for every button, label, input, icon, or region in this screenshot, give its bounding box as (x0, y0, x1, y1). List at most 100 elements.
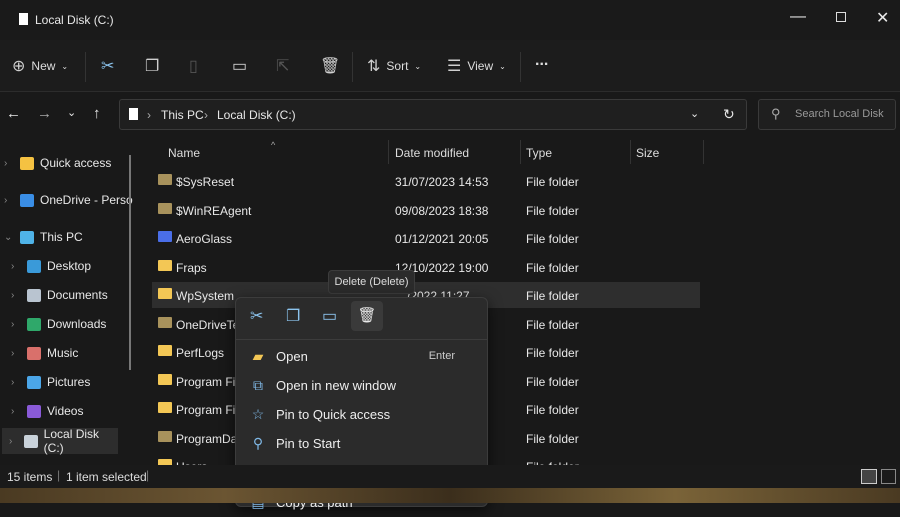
close-button[interactable]: ✕ (876, 8, 889, 28)
file-type: File folder (526, 374, 579, 389)
menu-item-label: Open (276, 348, 308, 364)
share-button[interactable]: ⇱ (276, 56, 289, 76)
sort-button[interactable]: ⇅ Sort ⌄ (367, 56, 421, 76)
rename-icon[interactable]: ▭ (322, 306, 337, 326)
file-type: File folder (526, 431, 579, 446)
sidebar-item[interactable]: ⌄ This PC (4, 224, 83, 250)
item-count: 15 items (7, 470, 53, 484)
column-header-date[interactable]: Date modified (395, 146, 469, 168)
column-divider[interactable] (520, 140, 521, 164)
view-button[interactable]: ☰ View ⌄ (447, 56, 506, 76)
forward-arrow-icon[interactable]: → (37, 105, 52, 122)
chevron-right-icon[interactable]: › (11, 319, 21, 330)
back-arrow-icon[interactable]: ← (6, 105, 21, 122)
new-button[interactable]: ⊕ New ⌄ (12, 56, 68, 76)
refresh-icon[interactable]: ↻ (723, 106, 735, 123)
column-divider[interactable] (388, 140, 389, 164)
file-date: 31/07/2023 14:53 (395, 175, 489, 189)
up-arrow-icon[interactable]: ↑ (93, 105, 101, 122)
file-name: $SysReset (176, 175, 235, 189)
sidebar-item[interactable]: › Music (11, 340, 78, 366)
sidebar-scrollbar[interactable] (129, 155, 131, 370)
sidebar-item[interactable]: › Documents (11, 282, 108, 308)
rename-button[interactable]: ▭ (232, 56, 247, 76)
file-row[interactable]: $SysReset 31/07/2023 14:53 File folder (152, 168, 700, 194)
minimize-button[interactable]: — (790, 8, 806, 26)
column-header-size[interactable]: Size (636, 146, 659, 168)
desktop-wallpaper (0, 488, 900, 503)
file-name: PerfLogs (176, 346, 225, 360)
sidebar-item[interactable]: › Quick access (4, 150, 111, 176)
chevron-right-icon[interactable]: › (4, 158, 14, 169)
folder-icon (158, 316, 172, 328)
chevron-right-icon[interactable]: › (9, 436, 18, 447)
column-header-type[interactable]: Type (526, 146, 552, 168)
details-view-toggle[interactable] (861, 469, 877, 484)
rename-icon: ▭ (232, 58, 248, 75)
status-bar: 15 items | 1 item selected | (0, 465, 900, 488)
chevron-down-icon[interactable]: ⌄ (4, 232, 14, 243)
folder-icon (158, 402, 172, 413)
trash-icon: 🗑 (320, 58, 341, 75)
sidebar-item-label: OneDrive - Perso (40, 193, 133, 207)
sidebar-item-icon (27, 375, 41, 389)
plus-circle-icon: ⊕ (12, 58, 26, 75)
address-dropdown-icon[interactable]: ⌄ (690, 107, 699, 120)
sidebar-item[interactable]: › Videos (11, 398, 83, 424)
sidebar-item-label: Desktop (47, 259, 92, 273)
sidebar-item[interactable]: › Local Disk (C:) (2, 427, 118, 455)
sidebar-item[interactable]: › Desktop (11, 253, 91, 279)
delete-tooltip: Delete (Delete) (328, 270, 415, 294)
folder-icon (158, 259, 172, 271)
chevron-right-icon[interactable]: › (11, 377, 21, 388)
maximize-button[interactable] (836, 12, 846, 22)
trash-icon[interactable]: 🗑 (351, 301, 383, 331)
file-name: ProgramDat (176, 431, 241, 446)
chevron-right-icon[interactable]: › (11, 261, 21, 272)
chevron-right-icon[interactable]: › (11, 290, 21, 301)
drive-icon (129, 108, 138, 120)
sidebar-item-label: Downloads (47, 317, 107, 331)
file-row[interactable]: Fraps 12/10/2022 19:00 File folder (152, 254, 700, 280)
context-menu-item[interactable]: ⚲ Pin to Start (236, 430, 489, 458)
cut-icon[interactable]: ✂ (250, 306, 263, 326)
folder-icon (158, 231, 172, 242)
file-row[interactable]: $WinREAgent 09/08/2023 18:38 File folder (152, 197, 700, 223)
file-name: WpSystem (176, 289, 235, 303)
sidebar-item-icon (24, 434, 38, 448)
navigation-pane: › Quick access › OneDrive - Perso ⌄ This PC › D… (0, 140, 140, 465)
sidebar-item-icon (20, 193, 34, 207)
chevron-right-icon[interactable]: › (4, 195, 14, 206)
context-menu-item[interactable]: ▰ Open Enter (236, 342, 489, 370)
tiles-view-toggle[interactable] (881, 469, 896, 484)
copy-button[interactable]: ❐ (145, 56, 159, 76)
chevron-right-icon[interactable]: › (11, 406, 21, 417)
breadcrumb-local-disk[interactable]: Local Disk (C:) (217, 108, 296, 122)
sidebar-item[interactable]: › Downloads (11, 311, 106, 337)
delete-button[interactable]: 🗑 (320, 56, 340, 76)
share-icon: ⇱ (276, 58, 290, 75)
sidebar-item[interactable]: › OneDrive - Perso (4, 187, 133, 213)
context-menu-item[interactable]: ⧉ Open in new window (236, 371, 489, 399)
file-row[interactable]: AeroGlass 01/12/2021 20:05 File folder (152, 225, 700, 251)
column-divider[interactable] (630, 140, 631, 164)
chevron-right-icon[interactable]: › (11, 348, 21, 359)
folder-icon (158, 430, 172, 442)
context-menu-item[interactable]: ☆ Pin to Quick access (236, 401, 489, 429)
sidebar-item[interactable]: › Pictures (11, 369, 90, 395)
more-options-button[interactable]: ... (535, 52, 548, 70)
column-divider[interactable] (703, 140, 704, 164)
cut-button[interactable]: ✂ (101, 56, 114, 76)
breadcrumb-this-pc[interactable]: This PC (161, 108, 204, 122)
sidebar-item-label: Documents (47, 288, 108, 302)
folder-icon (158, 174, 172, 185)
sidebar-item-icon (27, 259, 41, 273)
menu-item-label: Pin to Quick access (276, 407, 391, 423)
scissors-icon: ✂ (101, 58, 115, 75)
column-header-name[interactable]: Name (168, 146, 200, 168)
recent-chevron-icon[interactable]: ⌄ (67, 106, 76, 119)
copy-icon[interactable]: ❐ (286, 306, 300, 326)
paste-button[interactable]: ▯ (189, 56, 198, 76)
menu-item-icon: ☆ (251, 406, 265, 423)
address-bar[interactable]: › This PC › Local Disk (C:) ⌄ ↻ (119, 99, 747, 130)
